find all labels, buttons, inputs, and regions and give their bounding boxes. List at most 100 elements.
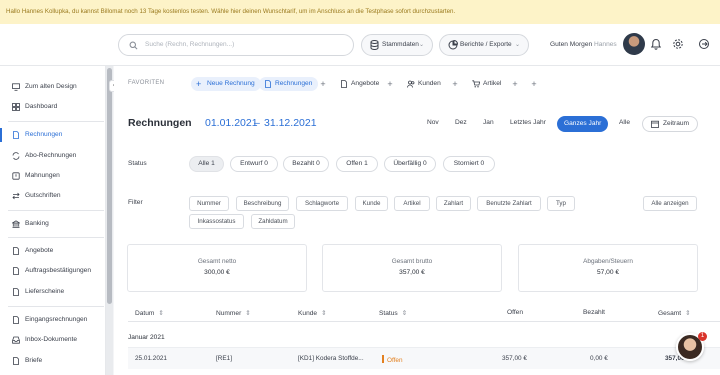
- sidebar-item-angebote[interactable]: Angebote: [0, 243, 106, 259]
- stammdaten-menu[interactable]: Stammdaten ⌄: [361, 34, 433, 56]
- period-alle[interactable]: Alle: [619, 119, 630, 126]
- favorite-neue-rechnung[interactable]: + Neue Rechnung: [191, 77, 261, 91]
- bell-icon[interactable]: [650, 38, 662, 50]
- document-icon: [265, 80, 271, 88]
- sidebar-item-eingangsrechnungen[interactable]: Eingangsrechnungen: [0, 312, 106, 328]
- sidebar-item-label: Rechnungen: [25, 131, 63, 138]
- date-from[interactable]: 01.01.2021: [205, 117, 258, 129]
- greeting-text: Guten Morgen: [550, 41, 593, 48]
- gear-icon[interactable]: [672, 38, 684, 50]
- sidebar-item-dashboard[interactable]: Dashboard: [0, 99, 106, 115]
- table-row[interactable]: 25.01.2021 [RE1] [KD1] Kodera Stoffde...…: [128, 347, 720, 369]
- add-favorite-button[interactable]: +: [385, 77, 395, 91]
- trial-banner-text: Hallo Hannes Kollupka, du kannst Billoma…: [6, 8, 456, 15]
- column-label: Gesamt: [658, 310, 682, 317]
- reminder-icon: [12, 172, 20, 180]
- sidebar-item-label: Banking: [25, 220, 49, 227]
- sidebar-item-lieferscheine[interactable]: Lieferscheine: [0, 284, 106, 300]
- document-icon: [13, 247, 19, 255]
- status-chip-entwurf[interactable]: Entwurf 0: [230, 156, 278, 172]
- sidebar-item-label: Auftragsbestätigungen: [25, 267, 91, 274]
- filter-zahldatum[interactable]: Zahldatum: [251, 214, 295, 229]
- column-bezahlt[interactable]: Bezahlt: [583, 309, 605, 316]
- filter-beschreibung[interactable]: Beschreibung: [236, 196, 289, 211]
- column-offen[interactable]: Offen: [507, 309, 523, 316]
- status-chip-bezahlt[interactable]: Bezahlt 0: [283, 156, 329, 172]
- sidebar-item-inbox-dokumente[interactable]: Inbox-Dokumente: [0, 332, 106, 348]
- kpi-value: 57,00 €: [597, 269, 619, 276]
- sidebar-item-gutschriften[interactable]: Gutschriften: [0, 188, 106, 204]
- column-label: Datum: [135, 310, 155, 317]
- sidebar-item-old-design[interactable]: Zum alten Design: [0, 79, 106, 95]
- status-chip-ueberfaellig[interactable]: Überfällig 0: [384, 156, 436, 172]
- status-chip-alle[interactable]: Alle 1: [189, 156, 224, 172]
- user-greeting[interactable]: Guten Morgen Hannes: [550, 24, 617, 66]
- main-content: FAVORITEN + Neue Rechnung Rechnungen + A…: [114, 66, 720, 375]
- zeitraum-button[interactable]: Zeitraum: [642, 116, 699, 132]
- filter-kunde[interactable]: Kunde: [355, 196, 388, 211]
- document-icon: [13, 267, 19, 275]
- favorite-rechnungen[interactable]: Rechnungen: [259, 77, 319, 91]
- period-jan[interactable]: Jan: [483, 119, 494, 126]
- filter-typ[interactable]: Typ: [547, 196, 575, 211]
- sidebar: Zum alten Design Dashboard Rechnungen Ab…: [0, 66, 106, 375]
- sidebar-item-label: Abo-Rechnungen: [25, 152, 77, 159]
- chevron-down-icon: ⌄: [418, 42, 424, 48]
- sidebar-divider: [8, 121, 104, 122]
- column-gesamt[interactable]: Gesamt ⇕: [658, 309, 691, 317]
- sidebar-item-briefe[interactable]: Briefe: [0, 353, 106, 369]
- show-all-filters-button[interactable]: Alle anzeigen: [643, 196, 697, 211]
- sidebar-item-label: Inbox-Dokumente: [25, 336, 78, 343]
- sidebar-divider: [8, 237, 104, 238]
- status-chip-offen[interactable]: Offen 1: [336, 156, 378, 172]
- add-favorite-button[interactable]: +: [529, 77, 539, 91]
- inbox-icon: [12, 336, 20, 344]
- cell-kunde: [KD1] Kodera Stoffde...: [298, 355, 364, 362]
- sidebar-item-mahnungen[interactable]: Mahnungen: [0, 168, 106, 184]
- period-dez[interactable]: Dez: [455, 119, 467, 126]
- repeat-icon: [12, 152, 20, 160]
- sidebar-item-banking[interactable]: Banking: [0, 216, 106, 232]
- sidebar-item-abo-rechnungen[interactable]: Abo-Rechnungen: [0, 148, 106, 164]
- trial-banner[interactable]: Hallo Hannes Kollupka, du kannst Billoma…: [0, 0, 720, 24]
- filter-inkassostatus[interactable]: Inkassostatus: [189, 214, 244, 229]
- sidebar-item-rechnungen[interactable]: Rechnungen: [0, 127, 106, 143]
- sidebar-item-auftragsbestaetigungen[interactable]: Auftragsbestätigungen: [0, 263, 106, 279]
- add-favorite-button[interactable]: +: [318, 77, 328, 91]
- favorite-artikel[interactable]: Artikel: [467, 77, 507, 91]
- column-nummer[interactable]: Nummer ⇕: [216, 309, 251, 317]
- swap-icon: [12, 192, 20, 200]
- column-datum[interactable]: Datum ⇕: [135, 309, 164, 317]
- kpi-label: Gesamt netto: [197, 258, 237, 265]
- table-header: Datum ⇕ Nummer ⇕ Kunde ⇕ Status ⇕ Offen Beza…: [128, 304, 720, 322]
- search-input[interactable]: Suche (Rechn, Rechnungen...): [118, 34, 354, 56]
- period-letztes-jahr[interactable]: Letztes Jahr: [510, 119, 546, 126]
- status-chip-storniert[interactable]: Storniert 0: [443, 156, 495, 172]
- status-badge: Offen: [382, 355, 403, 364]
- add-favorite-button[interactable]: +: [510, 77, 520, 91]
- favorite-angebote[interactable]: Angebote: [335, 77, 385, 91]
- kpi-gesamt-netto: Gesamt netto 300,00 €: [127, 244, 307, 292]
- column-kunde[interactable]: Kunde ⇕: [298, 309, 327, 317]
- favorite-kunden[interactable]: Kunden: [402, 77, 447, 91]
- filter-schlagworte[interactable]: Schlagworte: [296, 196, 348, 211]
- scrollbar-thumb[interactable]: [107, 68, 112, 304]
- date-to[interactable]: 31.12.2021: [264, 117, 317, 129]
- filter-zahlart[interactable]: Zahlart: [436, 196, 471, 211]
- logout-icon[interactable]: [698, 38, 710, 50]
- page-title: Rechnungen: [128, 117, 192, 129]
- period-ganzes-jahr[interactable]: Ganzes Jahr: [557, 116, 609, 132]
- sidebar-scrollbar[interactable]: [106, 66, 113, 375]
- sidebar-divider: [8, 210, 104, 211]
- avatar[interactable]: [623, 33, 645, 55]
- chevron-down-icon: ⌄: [514, 42, 520, 48]
- sort-icon: ⇕: [401, 310, 408, 317]
- kpi-label: Abgaben/Steuern: [583, 258, 633, 265]
- filter-nummer[interactable]: Nummer: [189, 196, 229, 211]
- period-nov[interactable]: Nov: [427, 119, 439, 126]
- column-status[interactable]: Status ⇕: [379, 309, 407, 317]
- filter-benutzte-zahlart[interactable]: Benutzte Zahlart: [477, 196, 541, 211]
- add-favorite-button[interactable]: +: [450, 77, 460, 91]
- filter-artikel[interactable]: Artikel: [394, 196, 430, 211]
- berichte-menu[interactable]: Berichte / Exporte ⌄: [439, 34, 529, 56]
